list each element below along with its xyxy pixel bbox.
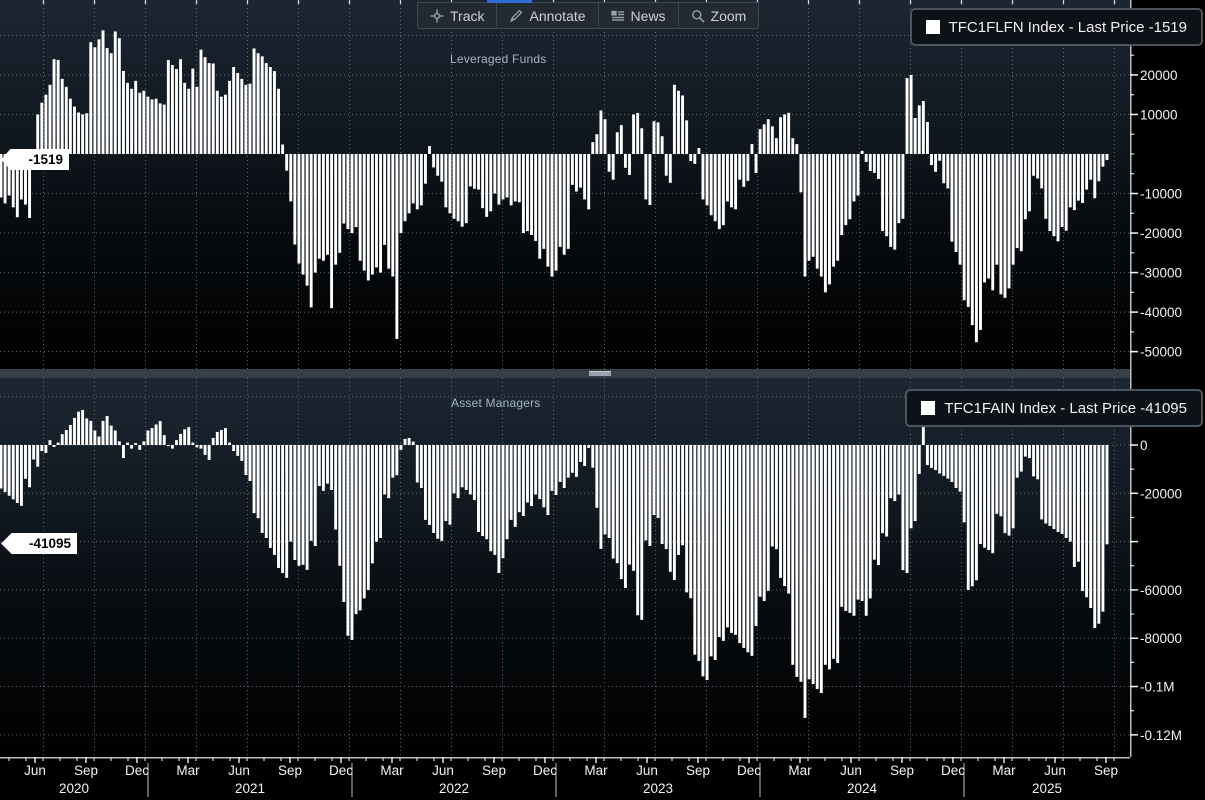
y-tick-label: -0.1M [1140, 680, 1175, 695]
bars-tfc1flfn-index [0, 30, 1108, 342]
track-icon [430, 9, 444, 23]
month-label: Sep [278, 763, 302, 778]
month-label: Sep [482, 763, 506, 778]
zoom-label: Zoom [711, 8, 747, 24]
month-label: Mar [176, 763, 199, 778]
y-tick-label: -40000 [1140, 305, 1182, 320]
news-button[interactable]: News [598, 3, 678, 28]
month-label: Jun [24, 763, 46, 778]
month-label: Sep [74, 763, 98, 778]
year-label: 2022 [439, 781, 469, 796]
series-swatch [926, 20, 940, 34]
plot-area-leveraged-funds[interactable] [0, 0, 1130, 370]
annotate-icon [509, 9, 523, 23]
month-label: Mar [992, 763, 1015, 778]
news-icon [611, 9, 625, 23]
scroll-indicator[interactable] [487, 0, 532, 3]
month-label: Jun [1044, 763, 1066, 778]
annotate-button[interactable]: Annotate [496, 3, 597, 28]
y-tick-label: -20000 [1140, 486, 1182, 501]
zoom-icon [691, 9, 705, 23]
month-label: Dec [533, 763, 557, 778]
y-tick-label: -20000 [1140, 226, 1182, 241]
track-button[interactable]: Track [418, 3, 496, 28]
track-label: Track [450, 8, 484, 24]
y-tick-label: -0.12M [1140, 728, 1182, 743]
y-tick-label: 0 [1140, 438, 1148, 453]
panel-asset-managers[interactable]: Asset Managers [0, 378, 1130, 757]
month-label: Jun [228, 763, 250, 778]
month-label: Dec [125, 763, 149, 778]
year-label: 2025 [1032, 781, 1062, 796]
series-swatch [921, 401, 935, 415]
annotate-label: Annotate [529, 8, 585, 24]
year-label: 2023 [643, 781, 673, 796]
month-label: Mar [584, 763, 607, 778]
year-label: 2021 [235, 781, 265, 796]
y-tick-label: -10000 [1140, 187, 1182, 202]
y-tick-label: 20000 [1140, 68, 1178, 83]
panel-separator[interactable] [0, 369, 1205, 378]
panel-separator-handle[interactable] [589, 371, 611, 376]
news-label: News [631, 8, 666, 24]
year-label: 2020 [59, 781, 89, 796]
month-label: Dec [941, 763, 965, 778]
month-label: Dec [329, 763, 353, 778]
month-label: Sep [890, 763, 914, 778]
legend-text: TFC1FLFN Index - Last Price -1519 [949, 19, 1187, 36]
month-label: Sep [686, 763, 710, 778]
month-label: Mar [380, 763, 403, 778]
month-label: Sep [1094, 763, 1118, 778]
y-tick-label: -50000 [1140, 345, 1182, 360]
month-label: Mar [788, 763, 811, 778]
panel-title-leveraged-funds: Leveraged Funds [450, 52, 546, 66]
chart-toolbar: Track Annotate News Zoom [417, 2, 759, 29]
y-tick-label: 10000 [1140, 107, 1178, 122]
month-label: Dec [737, 763, 761, 778]
month-label: Jun [636, 763, 658, 778]
month-label: Jun [432, 763, 454, 778]
y-tick-label: -80000 [1140, 631, 1182, 646]
plot-area-asset-managers[interactable] [0, 378, 1130, 757]
month-label: Jun [840, 763, 862, 778]
year-label: 2024 [847, 781, 877, 796]
time-axis[interactable]: Jun Sep Dec Mar Jun Sep Dec Mar Jun Sep Dec Mar Jun S… [0, 757, 1205, 800]
panel-title-asset-managers: Asset Managers [451, 396, 541, 410]
panel-leveraged-funds[interactable]: Leveraged Funds [0, 0, 1130, 370]
zoom-button[interactable]: Zoom [678, 3, 759, 28]
legend-asset-managers[interactable]: TFC1FAIN Index - Last Price -41095 [905, 389, 1203, 427]
legend-text: TFC1FAIN Index - Last Price -41095 [944, 400, 1187, 417]
legend-leveraged-funds[interactable]: TFC1FLFN Index - Last Price -1519 [910, 8, 1203, 46]
y-tick-label: -60000 [1140, 583, 1182, 598]
last-price-badge-bottom: -41095 [1, 533, 77, 554]
bars-tfc1fain-index [0, 410, 1108, 718]
y-tick-label: -30000 [1140, 266, 1182, 281]
chart-window: Leveraged Funds Asset Managers Track Ann… [0, 0, 1205, 800]
last-price-badge-top: -1519 [1, 149, 69, 170]
